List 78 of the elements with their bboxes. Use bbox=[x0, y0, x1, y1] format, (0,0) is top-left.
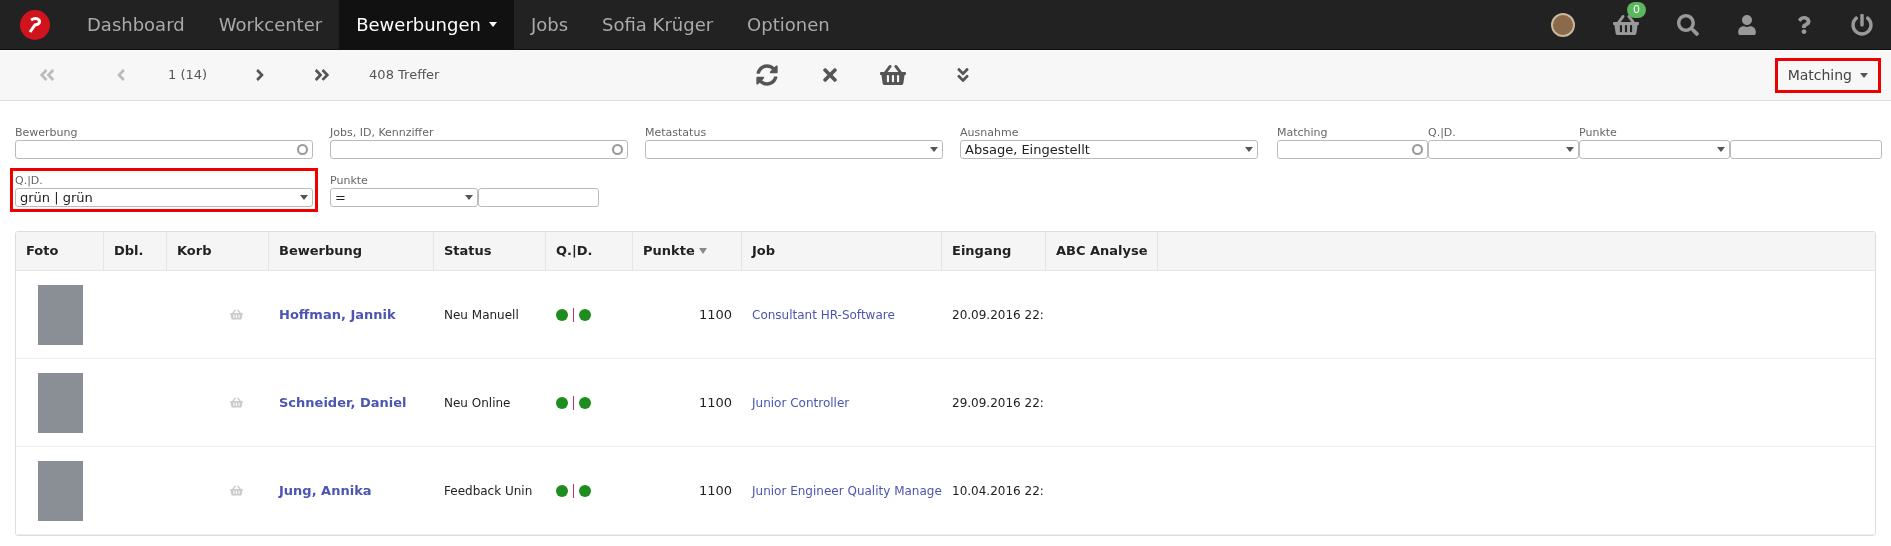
select-field[interactable]: Absage, Eingestellt bbox=[960, 140, 1258, 159]
page-indicator: 1 (14) bbox=[168, 66, 208, 85]
column-header[interactable]: Korb bbox=[167, 232, 269, 270]
user-icon[interactable] bbox=[1737, 14, 1757, 35]
points-cell: 1100 bbox=[698, 482, 732, 498]
filter-label: Bewerbung bbox=[15, 125, 79, 140]
select-field[interactable]: grün | grün bbox=[15, 188, 313, 207]
input-field[interactable] bbox=[478, 188, 599, 207]
select-field[interactable] bbox=[645, 140, 943, 159]
help-icon[interactable] bbox=[1795, 15, 1813, 34]
nav-tab[interactable]: Dashboard bbox=[70, 0, 202, 49]
search-field[interactable] bbox=[15, 140, 313, 159]
applicant-link[interactable]: Schneider, Daniel bbox=[279, 394, 407, 410]
job-link[interactable]: Junior Engineer Quality Manage bbox=[752, 483, 942, 498]
caret-icon bbox=[1245, 147, 1253, 152]
filter-label: Metastatus bbox=[645, 125, 708, 140]
power-icon[interactable] bbox=[1851, 13, 1873, 36]
points-cell: 1100 bbox=[698, 394, 732, 410]
select-field[interactable]: = bbox=[330, 188, 478, 207]
points-cell: 1100 bbox=[698, 306, 732, 322]
status-cell: Neu Online bbox=[444, 395, 511, 410]
filter-label: Q.|D. bbox=[15, 173, 44, 188]
search-field[interactable] bbox=[330, 140, 628, 159]
caret-icon bbox=[300, 195, 308, 200]
filter-label: Jobs, ID, Kennziffer bbox=[330, 125, 435, 140]
photo-placeholder bbox=[37, 460, 83, 521]
logo-icon[interactable] bbox=[20, 9, 50, 40]
search-icon bbox=[612, 144, 623, 155]
status-cell: Feedback Unin bbox=[444, 483, 533, 498]
nav-tab[interactable]: Bewerbungen bbox=[339, 0, 514, 49]
caret-icon bbox=[1860, 72, 1868, 78]
column-header[interactable]: Bewerbung bbox=[269, 232, 434, 270]
filter-label: Matching bbox=[1277, 125, 1329, 140]
nav-tab[interactable]: Sofia Krüger bbox=[585, 0, 731, 49]
caret-icon bbox=[1566, 147, 1574, 152]
column-header[interactable]: Status bbox=[434, 232, 546, 270]
job-link[interactable]: Junior Controller bbox=[752, 395, 850, 410]
caret-icon bbox=[465, 195, 473, 200]
hit-count: 408 Treffer bbox=[369, 66, 440, 85]
nav-tab[interactable]: Workcenter bbox=[201, 0, 340, 49]
basket-icon[interactable] bbox=[880, 62, 907, 88]
filter-label: Punkte bbox=[1579, 125, 1618, 140]
column-header[interactable]: Punkte bbox=[633, 232, 742, 270]
column-header[interactable]: Dbl. bbox=[104, 232, 167, 270]
filter-label: Ausnahme bbox=[960, 125, 1020, 140]
nav-tab[interactable]: Optionen bbox=[730, 0, 847, 49]
photo-placeholder bbox=[37, 372, 83, 433]
avatar-icon[interactable] bbox=[1551, 12, 1575, 37]
date-cell: 20.09.2016 22: bbox=[952, 307, 1044, 322]
caret-icon bbox=[930, 147, 938, 152]
column-header[interactable]: ABC Analyse bbox=[1046, 232, 1158, 270]
filter-label: Q.|D. bbox=[1428, 125, 1457, 140]
search-icon[interactable] bbox=[1677, 13, 1699, 36]
refresh-icon[interactable] bbox=[756, 64, 779, 86]
column-header[interactable]: Q.|D. bbox=[546, 232, 633, 270]
nav-tab[interactable]: Jobs bbox=[513, 0, 586, 49]
job-link[interactable]: Consultant HR-Software bbox=[752, 307, 895, 322]
search-icon bbox=[1412, 144, 1423, 155]
filter-label: Punkte bbox=[330, 173, 369, 188]
search-icon bbox=[297, 144, 308, 155]
input-field[interactable] bbox=[1730, 140, 1882, 159]
photo-placeholder bbox=[37, 284, 83, 345]
last-page-icon[interactable] bbox=[313, 66, 332, 84]
column-header[interactable]: Foto bbox=[16, 232, 104, 270]
applicant-link[interactable]: Hoffman, Jannik bbox=[279, 306, 396, 322]
sort-icon bbox=[698, 248, 707, 254]
cart-count-badge: 0 bbox=[1627, 1, 1646, 18]
select-field[interactable] bbox=[1428, 140, 1579, 159]
date-cell: 10.04.2016 22: bbox=[952, 483, 1044, 498]
matching-dropdown-button[interactable]: Matching bbox=[1774, 57, 1881, 93]
status-cell: Neu Manuell bbox=[444, 307, 519, 322]
date-cell: 29.09.2016 22: bbox=[952, 395, 1044, 410]
select-field[interactable] bbox=[1579, 140, 1730, 159]
column-header[interactable]: Eingang bbox=[942, 232, 1046, 270]
search-field[interactable] bbox=[1277, 140, 1428, 159]
applicant-link[interactable]: Jung, Annika bbox=[279, 482, 372, 498]
column-header[interactable]: Job bbox=[742, 232, 942, 270]
caret-icon bbox=[1717, 147, 1725, 152]
